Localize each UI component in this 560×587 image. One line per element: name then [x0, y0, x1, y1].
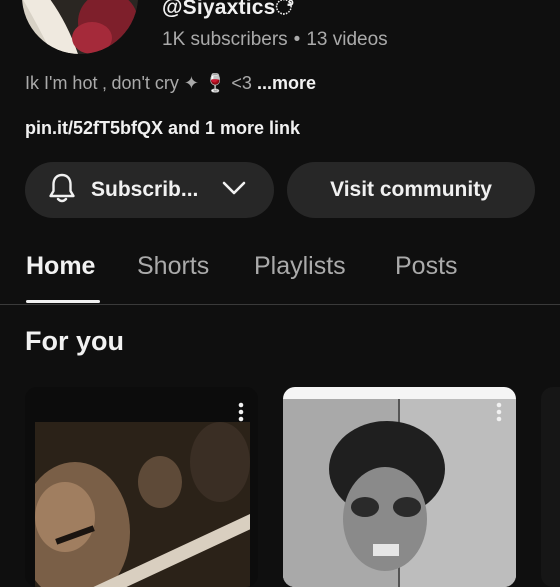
section-title: For you — [25, 326, 124, 356]
visit-community-button[interactable]: Visit community — [287, 162, 535, 218]
stats-separator: • — [293, 29, 301, 50]
active-tab-indicator — [26, 300, 100, 303]
channel-avatar[interactable] — [22, 0, 138, 54]
channel-handle: @Siyaxticsೆ — [162, 0, 294, 19]
bell-icon — [47, 172, 77, 209]
more-vert-icon[interactable] — [238, 402, 244, 427]
subscribe-label: Subscrib... — [91, 178, 199, 201]
video-card[interactable] — [283, 387, 516, 587]
subscriber-count: 1K subscribers — [162, 29, 288, 50]
chevron-down-icon — [222, 180, 246, 201]
video-card[interactable] — [25, 387, 258, 587]
tab-home[interactable]: Home — [26, 252, 95, 281]
description-more-link[interactable]: ...more — [252, 73, 316, 93]
video-card[interactable] — [541, 387, 560, 587]
channel-description[interactable]: Ik I'm hot ‚ don't cry ✦ 🍷 <3 ...more — [25, 73, 316, 94]
video-count: 13 videos — [306, 29, 388, 50]
tab-shorts[interactable]: Shorts — [137, 252, 209, 281]
channel-tabs: Home Shorts Playlists Posts — [0, 238, 560, 305]
channel-stats: 1K subscribers • 13 videos — [162, 29, 388, 51]
channel-link-url[interactable]: pin.it/52fT5bfQX — [25, 118, 163, 138]
subscribed-button[interactable]: Subscrib... — [25, 162, 274, 218]
visit-community-label: Visit community — [330, 178, 492, 201]
description-text: Ik I'm hot ‚ don't cry ✦ 🍷 <3 — [25, 73, 252, 93]
video-thumbnail — [35, 422, 250, 587]
channel-links[interactable]: pin.it/52fT5bfQX and 1 more link — [25, 118, 300, 139]
tab-posts[interactable]: Posts — [395, 252, 458, 281]
tab-playlists[interactable]: Playlists — [254, 252, 346, 281]
channel-link-more[interactable]: and 1 more link — [163, 118, 300, 138]
more-vert-icon[interactable] — [496, 402, 502, 427]
video-thumbnail — [283, 399, 516, 587]
